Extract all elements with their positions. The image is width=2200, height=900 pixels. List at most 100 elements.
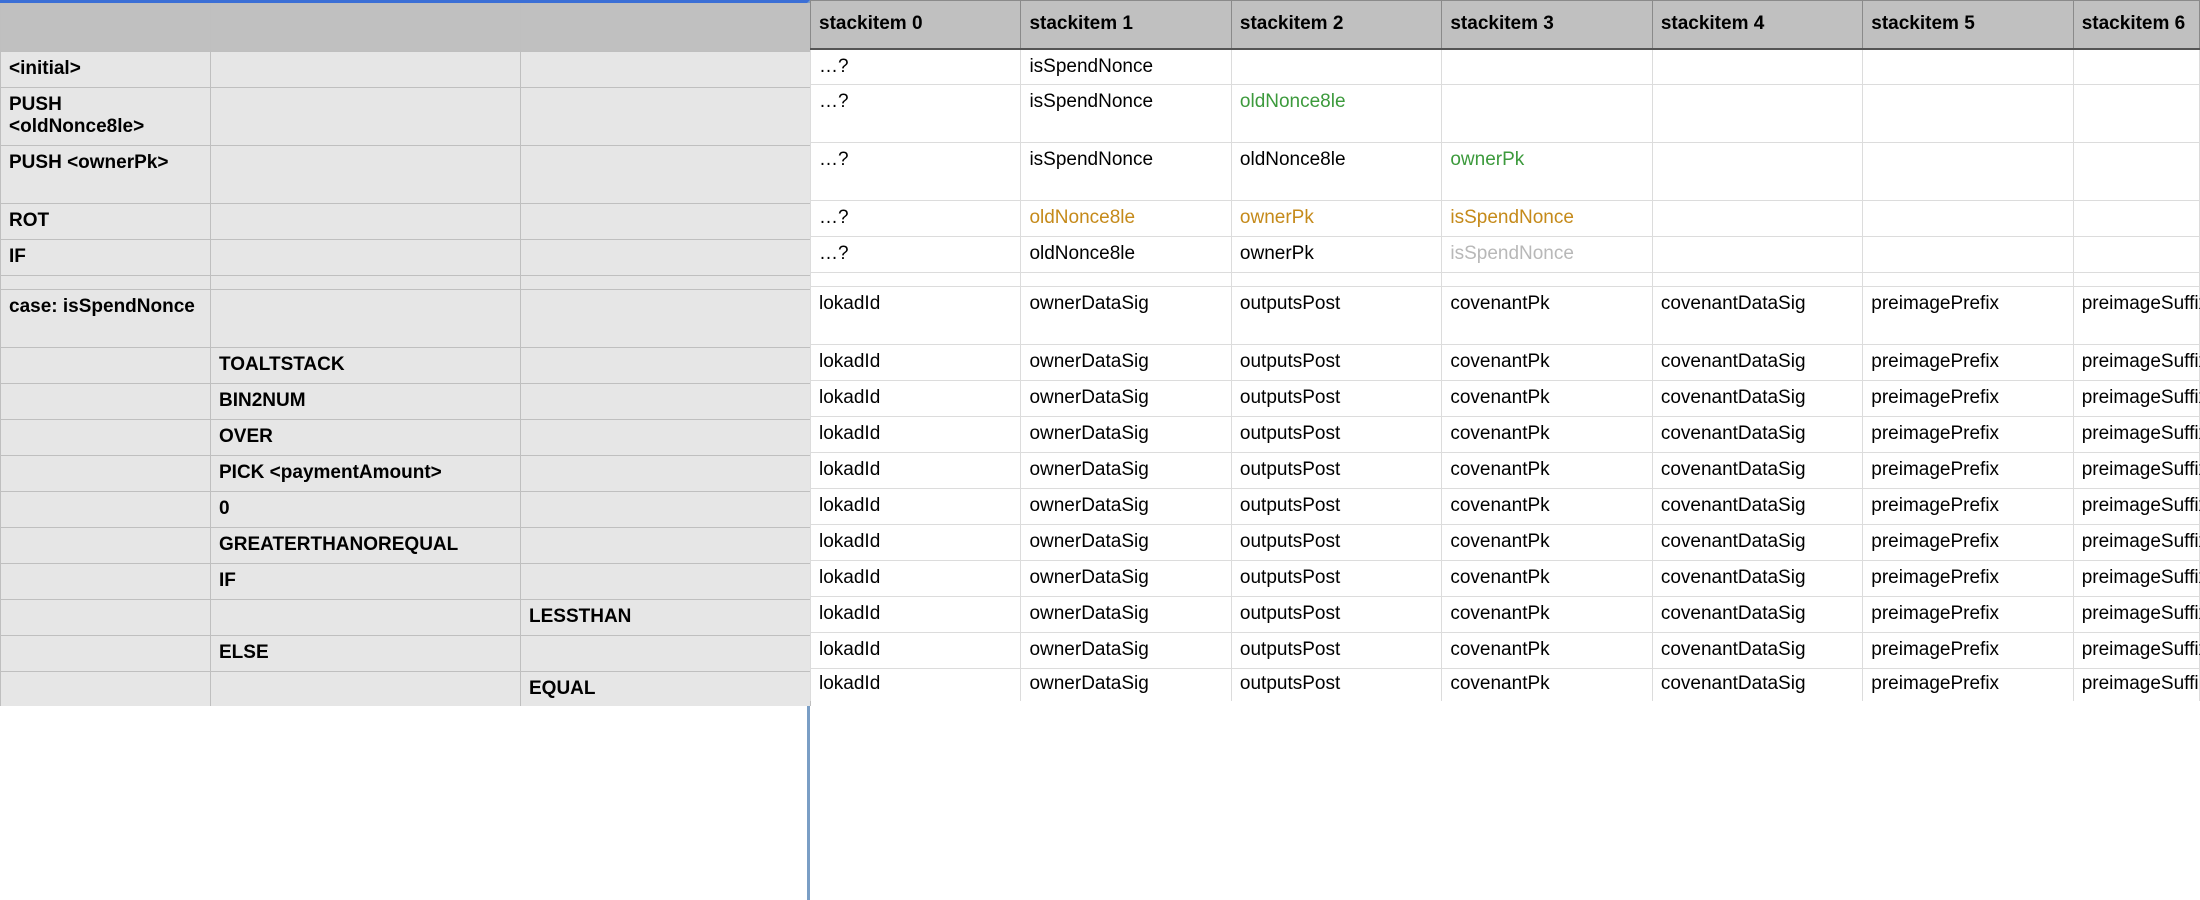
stack-cell[interactable]: covenantDataSig — [1652, 633, 1862, 669]
opcode-cell[interactable] — [1, 456, 211, 492]
stack-cell[interactable]: covenantDataSig — [1652, 597, 1862, 633]
stack-cell[interactable]: lokadId — [811, 417, 1021, 453]
opcode-cell[interactable]: ROT — [1, 204, 211, 240]
opcode-cell[interactable]: IF — [211, 564, 521, 600]
stack-cell[interactable]: outputsPost — [1231, 561, 1441, 597]
stack-cell[interactable]: covenantPk — [1442, 287, 1652, 345]
stack-cell[interactable]: oldNonce8le — [1231, 85, 1441, 143]
stack-col-header-4[interactable]: stackitem 4 — [1652, 1, 1862, 49]
opcode-cell[interactable] — [521, 384, 811, 420]
opcode-cell[interactable] — [521, 52, 811, 88]
opcode-cell[interactable]: PICK <paymentAmount> — [211, 456, 521, 492]
opcode-cell[interactable]: case: isSpendNonce — [1, 290, 211, 348]
stack-cell[interactable]: outputsPost — [1231, 489, 1441, 525]
stack-cell[interactable]: covenantPk — [1442, 669, 1652, 702]
opcode-cell[interactable] — [521, 290, 811, 348]
stack-cell[interactable]: preimageSuffix — [2073, 597, 2199, 633]
stack-cell[interactable]: lokadId — [811, 453, 1021, 489]
stack-cell[interactable] — [1863, 85, 2073, 143]
stack-cell[interactable]: ownerDataSig — [1021, 345, 1231, 381]
stack-cell[interactable]: ownerPk — [1231, 237, 1441, 273]
stack-cell[interactable]: ownerDataSig — [1021, 453, 1231, 489]
stack-cell[interactable]: preimagePrefix — [1863, 453, 2073, 489]
opcode-cell[interactable]: ELSE — [211, 636, 521, 672]
stack-col-header-6[interactable]: stackitem 6 — [2073, 1, 2199, 49]
stack-cell[interactable]: lokadId — [811, 561, 1021, 597]
stack-cell[interactable]: lokadId — [811, 597, 1021, 633]
stack-cell[interactable]: preimagePrefix — [1863, 597, 2073, 633]
opcode-cell[interactable]: GREATERTHANOREQUAL — [211, 528, 521, 564]
stack-cell[interactable]: outputsPost — [1231, 417, 1441, 453]
opcode-cell[interactable] — [211, 600, 521, 636]
stack-cell[interactable] — [2073, 49, 2199, 85]
stack-cell[interactable]: oldNonce8le — [1231, 143, 1441, 201]
opcode-cell[interactable]: BIN2NUM — [211, 384, 521, 420]
opcode-cell[interactable]: PUSH <ownerPk> — [1, 146, 211, 204]
stack-cell[interactable]: isSpendNonce — [1021, 85, 1231, 143]
opcode-col-header-2[interactable] — [521, 4, 811, 52]
opcode-cell[interactable] — [521, 146, 811, 204]
opcode-cell[interactable] — [1, 384, 211, 420]
stack-cell[interactable] — [1652, 49, 1862, 85]
stack-cell[interactable]: ownerDataSig — [1021, 597, 1231, 633]
stack-cell[interactable] — [1863, 143, 2073, 201]
stack-cell[interactable] — [2073, 237, 2199, 273]
stack-cell[interactable]: preimagePrefix — [1863, 345, 2073, 381]
stack-cell[interactable]: lokadId — [811, 525, 1021, 561]
stack-cell[interactable]: preimageSuffix — [2073, 489, 2199, 525]
stack-cell[interactable]: oldNonce8le — [1021, 237, 1231, 273]
stack-col-header-3[interactable]: stackitem 3 — [1442, 1, 1652, 49]
opcode-cell[interactable] — [211, 52, 521, 88]
stack-cell[interactable] — [2073, 143, 2199, 201]
stack-col-header-5[interactable]: stackitem 5 — [1863, 1, 2073, 49]
stack-cell[interactable] — [1652, 201, 1862, 237]
stack-cell[interactable]: outputsPost — [1231, 287, 1441, 345]
stack-cell[interactable]: covenantDataSig — [1652, 287, 1862, 345]
stack-cell[interactable]: outputsPost — [1231, 381, 1441, 417]
stack-cell[interactable] — [1863, 237, 2073, 273]
stack-cell[interactable]: oldNonce8le — [1021, 201, 1231, 237]
stack-cell[interactable]: …? — [811, 237, 1021, 273]
stack-cell[interactable]: outputsPost — [1231, 345, 1441, 381]
opcode-cell[interactable]: 0 — [211, 492, 521, 528]
stack-cell[interactable]: ownerDataSig — [1021, 561, 1231, 597]
stack-cell[interactable]: isSpendNonce — [1021, 143, 1231, 201]
opcode-cell[interactable] — [211, 146, 521, 204]
stack-col-header-0[interactable]: stackitem 0 — [811, 1, 1021, 49]
opcode-table[interactable]: <initial>PUSH <oldNonce8le>PUSH <ownerPk… — [0, 3, 811, 706]
stack-cell[interactable] — [1652, 237, 1862, 273]
stack-cell[interactable]: …? — [811, 143, 1021, 201]
stack-cell[interactable]: preimagePrefix — [1863, 489, 2073, 525]
stack-cell[interactable]: ownerDataSig — [1021, 525, 1231, 561]
stack-cell[interactable]: outputsPost — [1231, 597, 1441, 633]
stack-cell[interactable]: …? — [811, 201, 1021, 237]
stack-table[interactable]: stackitem 0stackitem 1stackitem 2stackit… — [810, 0, 2200, 701]
stack-cell[interactable]: outputsPost — [1231, 453, 1441, 489]
stack-cell[interactable]: lokadId — [811, 345, 1021, 381]
stack-cell[interactable]: covenantPk — [1442, 417, 1652, 453]
stack-cell[interactable]: lokadId — [811, 287, 1021, 345]
stack-cell[interactable] — [2073, 201, 2199, 237]
stack-cell[interactable]: covenantDataSig — [1652, 561, 1862, 597]
opcode-cell[interactable] — [1, 348, 211, 384]
stack-cell[interactable]: ownerPk — [1231, 201, 1441, 237]
stack-cell[interactable]: preimagePrefix — [1863, 633, 2073, 669]
opcode-cell[interactable] — [1, 528, 211, 564]
stack-cell[interactable]: ownerPk — [1442, 143, 1652, 201]
stack-cell[interactable]: outputsPost — [1231, 525, 1441, 561]
stack-cell[interactable]: preimageSuffix — [2073, 417, 2199, 453]
stack-cell[interactable]: ownerDataSig — [1021, 489, 1231, 525]
stack-cell[interactable]: ownerDataSig — [1021, 669, 1231, 702]
stack-cell[interactable] — [2073, 85, 2199, 143]
stack-cell[interactable]: preimageSuffix — [2073, 525, 2199, 561]
stack-cell[interactable]: preimagePrefix — [1863, 669, 2073, 702]
stack-col-header-1[interactable]: stackitem 1 — [1021, 1, 1231, 49]
stack-cell[interactable] — [1652, 143, 1862, 201]
stack-col-header-2[interactable]: stackitem 2 — [1231, 1, 1441, 49]
stack-cell[interactable]: …? — [811, 49, 1021, 85]
opcode-cell[interactable] — [521, 456, 811, 492]
stack-cell[interactable]: isSpendNonce — [1442, 201, 1652, 237]
stack-cell[interactable]: covenantPk — [1442, 381, 1652, 417]
stack-cell[interactable]: lokadId — [811, 669, 1021, 702]
stack-cell[interactable]: preimageSuffix — [2073, 345, 2199, 381]
